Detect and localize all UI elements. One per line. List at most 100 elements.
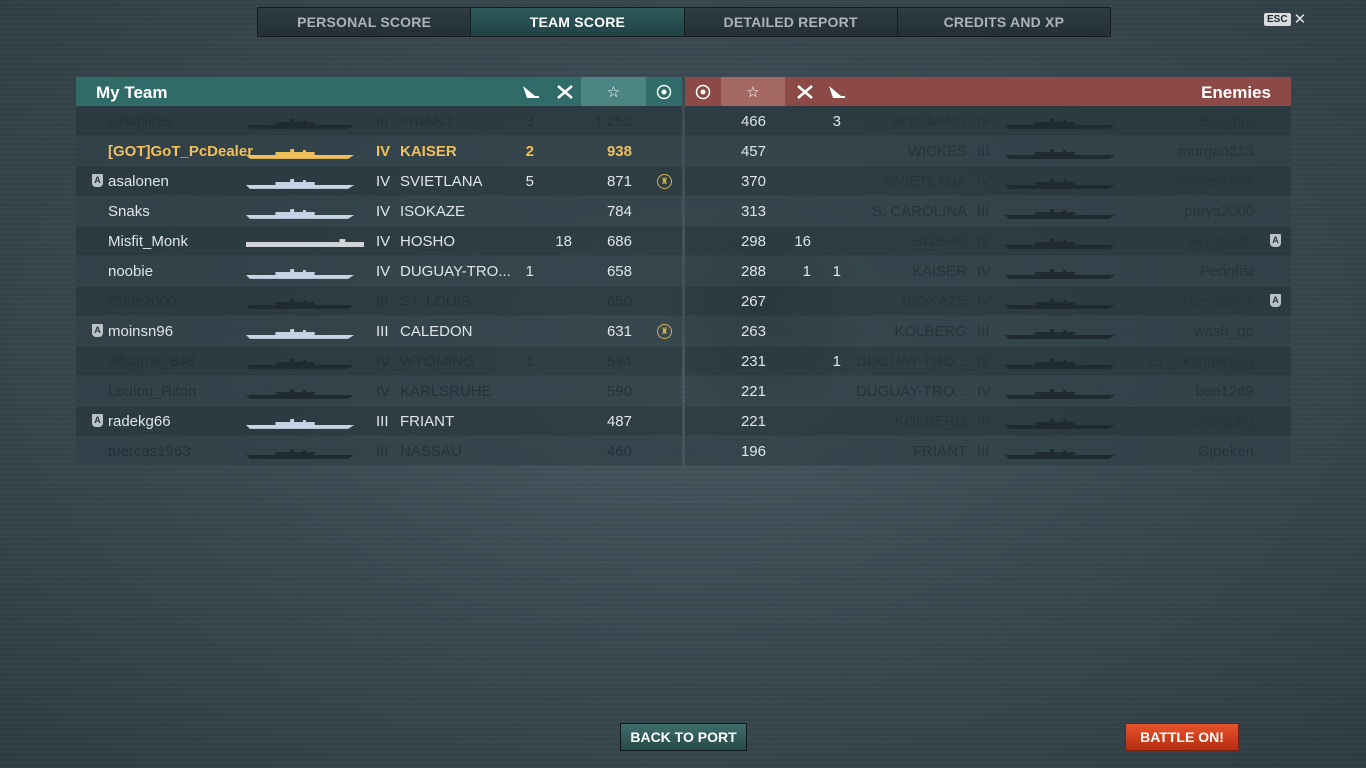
player-name: Bodyfire	[1198, 113, 1254, 130]
my-team-row[interactable]: Cutie2000 III ST. LOUIS 650	[76, 286, 682, 316]
ship-name: KAISER	[911, 263, 967, 280]
my-team-row[interactable]: Aasalonen IV SVIETLANA 5 871 ♜	[76, 166, 682, 196]
enemy-row[interactable]: 457 WICKES III morgan213	[685, 136, 1291, 166]
esc-key-label: ESC	[1264, 13, 1291, 26]
kills-value: 3	[832, 113, 841, 130]
ship-tier: IV	[376, 173, 391, 190]
player-name: morgan213	[1178, 143, 1254, 160]
planes-icon[interactable]	[551, 77, 579, 106]
ship-name: KOLBERG	[894, 323, 967, 340]
score-value: 658	[606, 263, 632, 280]
enemy-row[interactable]: 221 KOLBERG III shotgung	[685, 406, 1291, 436]
player-name: tuercas1963	[108, 443, 191, 460]
medal-icon[interactable]	[689, 77, 717, 106]
ship-silhouette-icon	[246, 416, 354, 429]
my-team-row[interactable]: Amoinsn96 III CALEDON 631 ♜	[76, 316, 682, 346]
ship-silhouette-icon	[1001, 386, 1119, 399]
enemies-panel: ☆ Enemies 466 3 WYOMING IV Bodyfire 457 WICKES…	[685, 77, 1291, 466]
score-value: 871	[606, 173, 632, 190]
back-to-port-button[interactable]: BACK TO PORT	[620, 723, 747, 751]
planes-icon[interactable]	[791, 77, 819, 106]
kills-value: 2	[525, 143, 534, 160]
ship-name: HOSHO	[911, 233, 967, 250]
ship-silhouette-icon	[1001, 116, 1119, 129]
medal-icon[interactable]	[650, 77, 678, 106]
torpedo-icon[interactable]	[517, 77, 545, 106]
my-team-row[interactable]: tuercas1963 III NASSAU 460	[76, 436, 682, 466]
ship-tier: IV	[977, 293, 992, 310]
my-team-row[interactable]: Aradekg66 III FRIANT 487	[76, 406, 682, 436]
my-team-row[interactable]: noobie IV DUGUAY-TRO... 1 658	[76, 256, 682, 286]
enemy-row[interactable]: 298 16 HOSHO IV SyrusLOL A	[685, 226, 1291, 256]
enemy-row[interactable]: 313 S. CAROLINA III parys2000	[685, 196, 1291, 226]
ship-name: HOSHO	[400, 233, 456, 250]
ship-silhouette-icon	[246, 266, 354, 279]
tab-personal-score[interactable]: PERSONAL SCORE	[258, 8, 472, 36]
player-name: wash_go	[1193, 323, 1254, 340]
ship-silhouette-icon	[1001, 236, 1119, 249]
ship-name: FRIANT	[912, 443, 967, 460]
kills-value: 1	[832, 353, 841, 370]
my-team-row[interactable]: [GOT]GoT_PcDealer IV KAISER 2 938	[76, 136, 682, 166]
player-name: asalonen	[108, 173, 169, 190]
score-value: 288	[740, 263, 766, 280]
ship-tier: III	[977, 323, 990, 340]
score-value: 263	[740, 323, 766, 340]
star-icon[interactable]: ☆	[721, 77, 785, 106]
my-team-row[interactable]: Misfit_Monk IV HOSHO 18 686	[76, 226, 682, 256]
score-value: 370	[740, 173, 766, 190]
enemy-row[interactable]: 288 1 1 KAISER IV Perinfist	[685, 256, 1291, 286]
enemy-row[interactable]: 267 ISOKAZE IV RomsasLT A	[685, 286, 1291, 316]
ship-silhouette-icon	[246, 446, 354, 459]
tab-credits-and-xp[interactable]: CREDITS AND XP	[897, 8, 1110, 36]
ship-name: NASSAU	[400, 443, 462, 460]
esc-close-button[interactable]: ESC ✕	[1264, 12, 1306, 27]
score-value: 196	[740, 443, 766, 460]
enemy-row[interactable]: 221 DUGUAY-TRO... IV ben1269	[685, 376, 1291, 406]
player-name: Perinfist	[1199, 263, 1254, 280]
ship-silhouette-icon	[1001, 266, 1119, 279]
ship-silhouette-icon	[1001, 176, 1119, 189]
enemy-row[interactable]: 231 1 DUGUAY-TRO... IV 21_Skanderbeg	[685, 346, 1291, 376]
planes-value: 18	[555, 233, 572, 250]
ship-silhouette-icon	[246, 296, 354, 309]
ship-name: CALEDON	[400, 323, 473, 340]
player-name: SyrusLOL	[1187, 233, 1254, 250]
player-name: Cutie2000	[108, 293, 177, 310]
enemy-row[interactable]: 466 3 WYOMING IV Bodyfire	[685, 106, 1291, 136]
ship-name: ISOKAZE	[400, 203, 466, 220]
my-team-row[interactable]: Lihapiiras III FRIANT 3 1 253	[76, 106, 682, 136]
battle-on-button[interactable]: BATTLE ON!	[1125, 723, 1239, 751]
score-value: 298	[740, 233, 766, 250]
ship-silhouette-icon	[1001, 296, 1119, 309]
ship-silhouette-icon	[246, 236, 364, 247]
enemy-row[interactable]: 196 FRIANT III Gjoeken	[685, 436, 1291, 466]
enemy-row[interactable]: 370 SVIETLANA IV stevan1967	[685, 166, 1291, 196]
my-team-panel: My Team ☆ Lihapiiras III FRIANT 3 1 253 [GOT]…	[76, 77, 682, 466]
score-value: 466	[740, 113, 766, 130]
ship-silhouette-icon	[246, 326, 354, 339]
kills-value: 1	[525, 263, 534, 280]
player-name: Lihapiiras	[108, 113, 173, 130]
player-name: stevan1967	[1176, 173, 1254, 190]
ship-silhouette-icon	[1001, 446, 1119, 459]
tab-team-score[interactable]: TEAM SCORE	[471, 8, 685, 36]
my-team-row[interactable]: Loulou_Riton IV KARLSRUHE 590	[76, 376, 682, 406]
my-team-row[interactable]: Snaks IV ISOKAZE 784	[76, 196, 682, 226]
score-value: 686	[606, 233, 632, 250]
ship-name: WYOMING	[400, 353, 475, 370]
enemy-row[interactable]: 263 KOLBERG III wash_go	[685, 316, 1291, 346]
player-name: RomsasLT	[1182, 293, 1254, 310]
ship-name: KARLSRUHE	[400, 383, 492, 400]
star-icon[interactable]: ☆	[581, 77, 646, 106]
ship-silhouette-icon	[1001, 416, 1119, 429]
my-team-row[interactable]: albatros_848 IV WYOMING 1 594	[76, 346, 682, 376]
score-value: 590	[606, 383, 632, 400]
torpedo-icon[interactable]	[823, 77, 851, 106]
planes-value: 16	[794, 233, 811, 250]
score-value: 650	[606, 293, 632, 310]
ship-tier: III	[977, 443, 990, 460]
player-name: shotgung	[1192, 413, 1254, 430]
tab-detailed-report[interactable]: DETAILED REPORT	[684, 8, 898, 36]
medal-icon: ♜	[657, 324, 672, 339]
